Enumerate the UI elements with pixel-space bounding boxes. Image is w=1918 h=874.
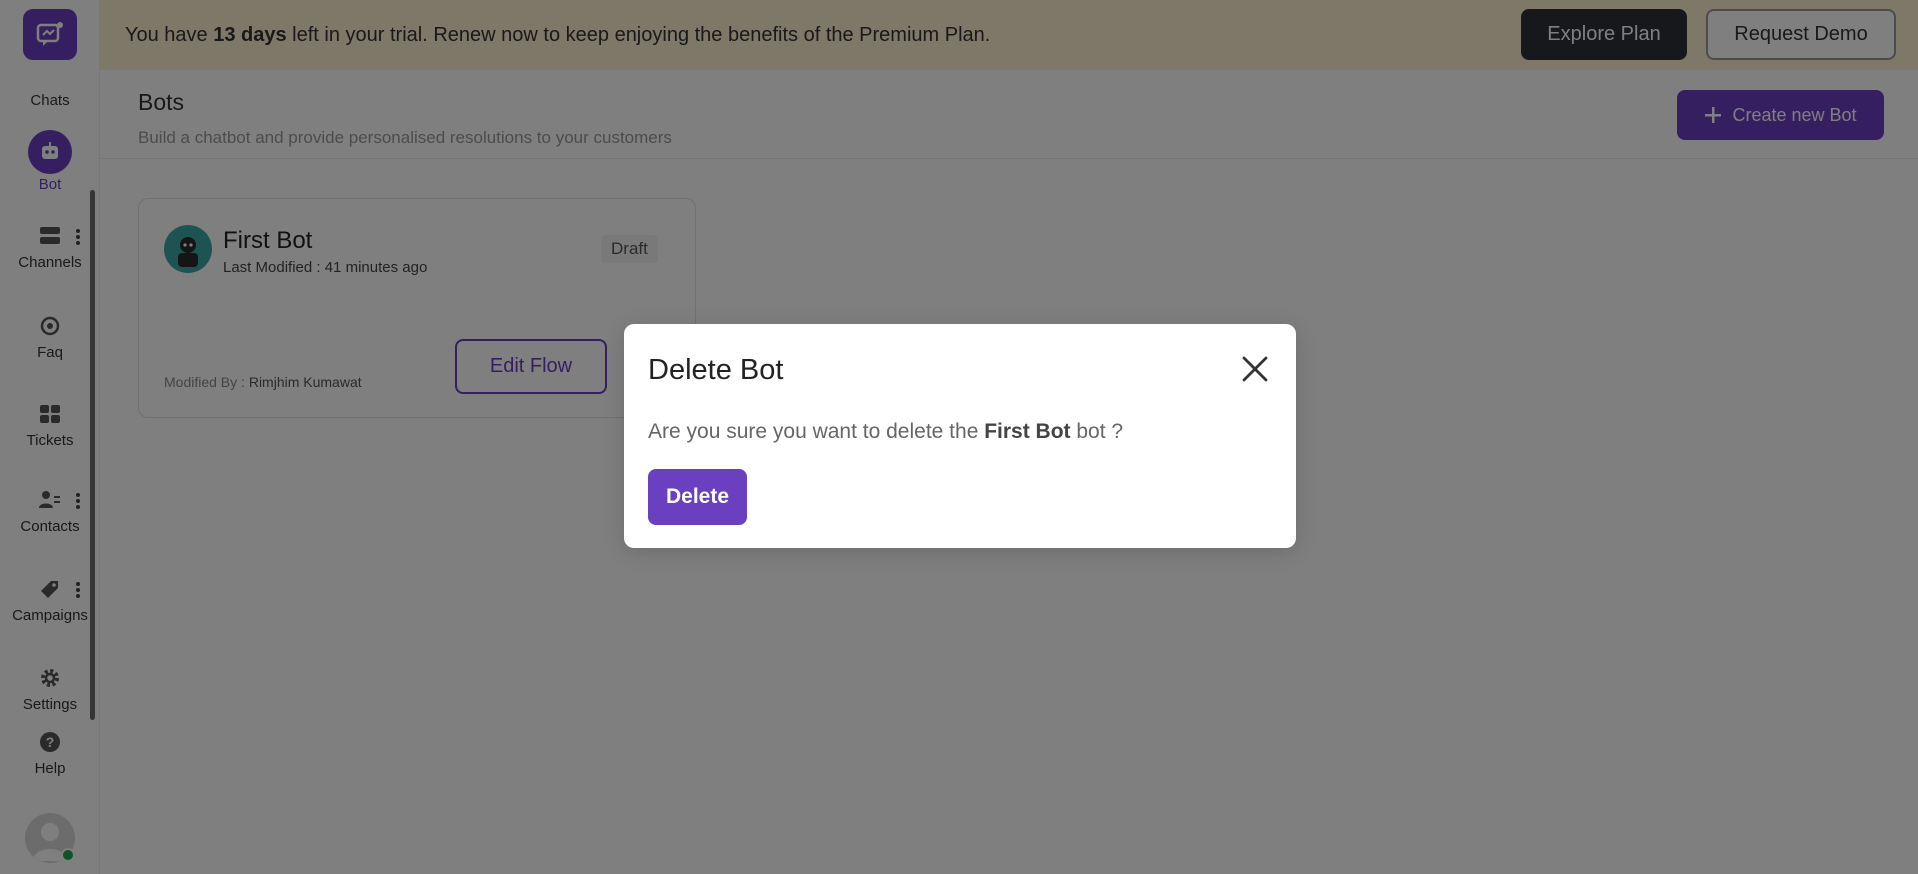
dialog-title: Delete Bot: [648, 354, 784, 386]
delete-bot-dialog: Delete Bot Are you sure you want to dele…: [624, 324, 1296, 548]
delete-button[interactable]: Delete: [648, 469, 747, 525]
close-icon: [1242, 356, 1268, 382]
dialog-message-pre: Are you sure you want to delete the: [648, 420, 985, 443]
dialog-bot-name: First Bot: [984, 420, 1071, 443]
dialog-message-post: bot ?: [1070, 420, 1124, 443]
close-button[interactable]: [1240, 354, 1270, 384]
dialog-message: Are you sure you want to delete the Firs…: [648, 420, 1123, 444]
